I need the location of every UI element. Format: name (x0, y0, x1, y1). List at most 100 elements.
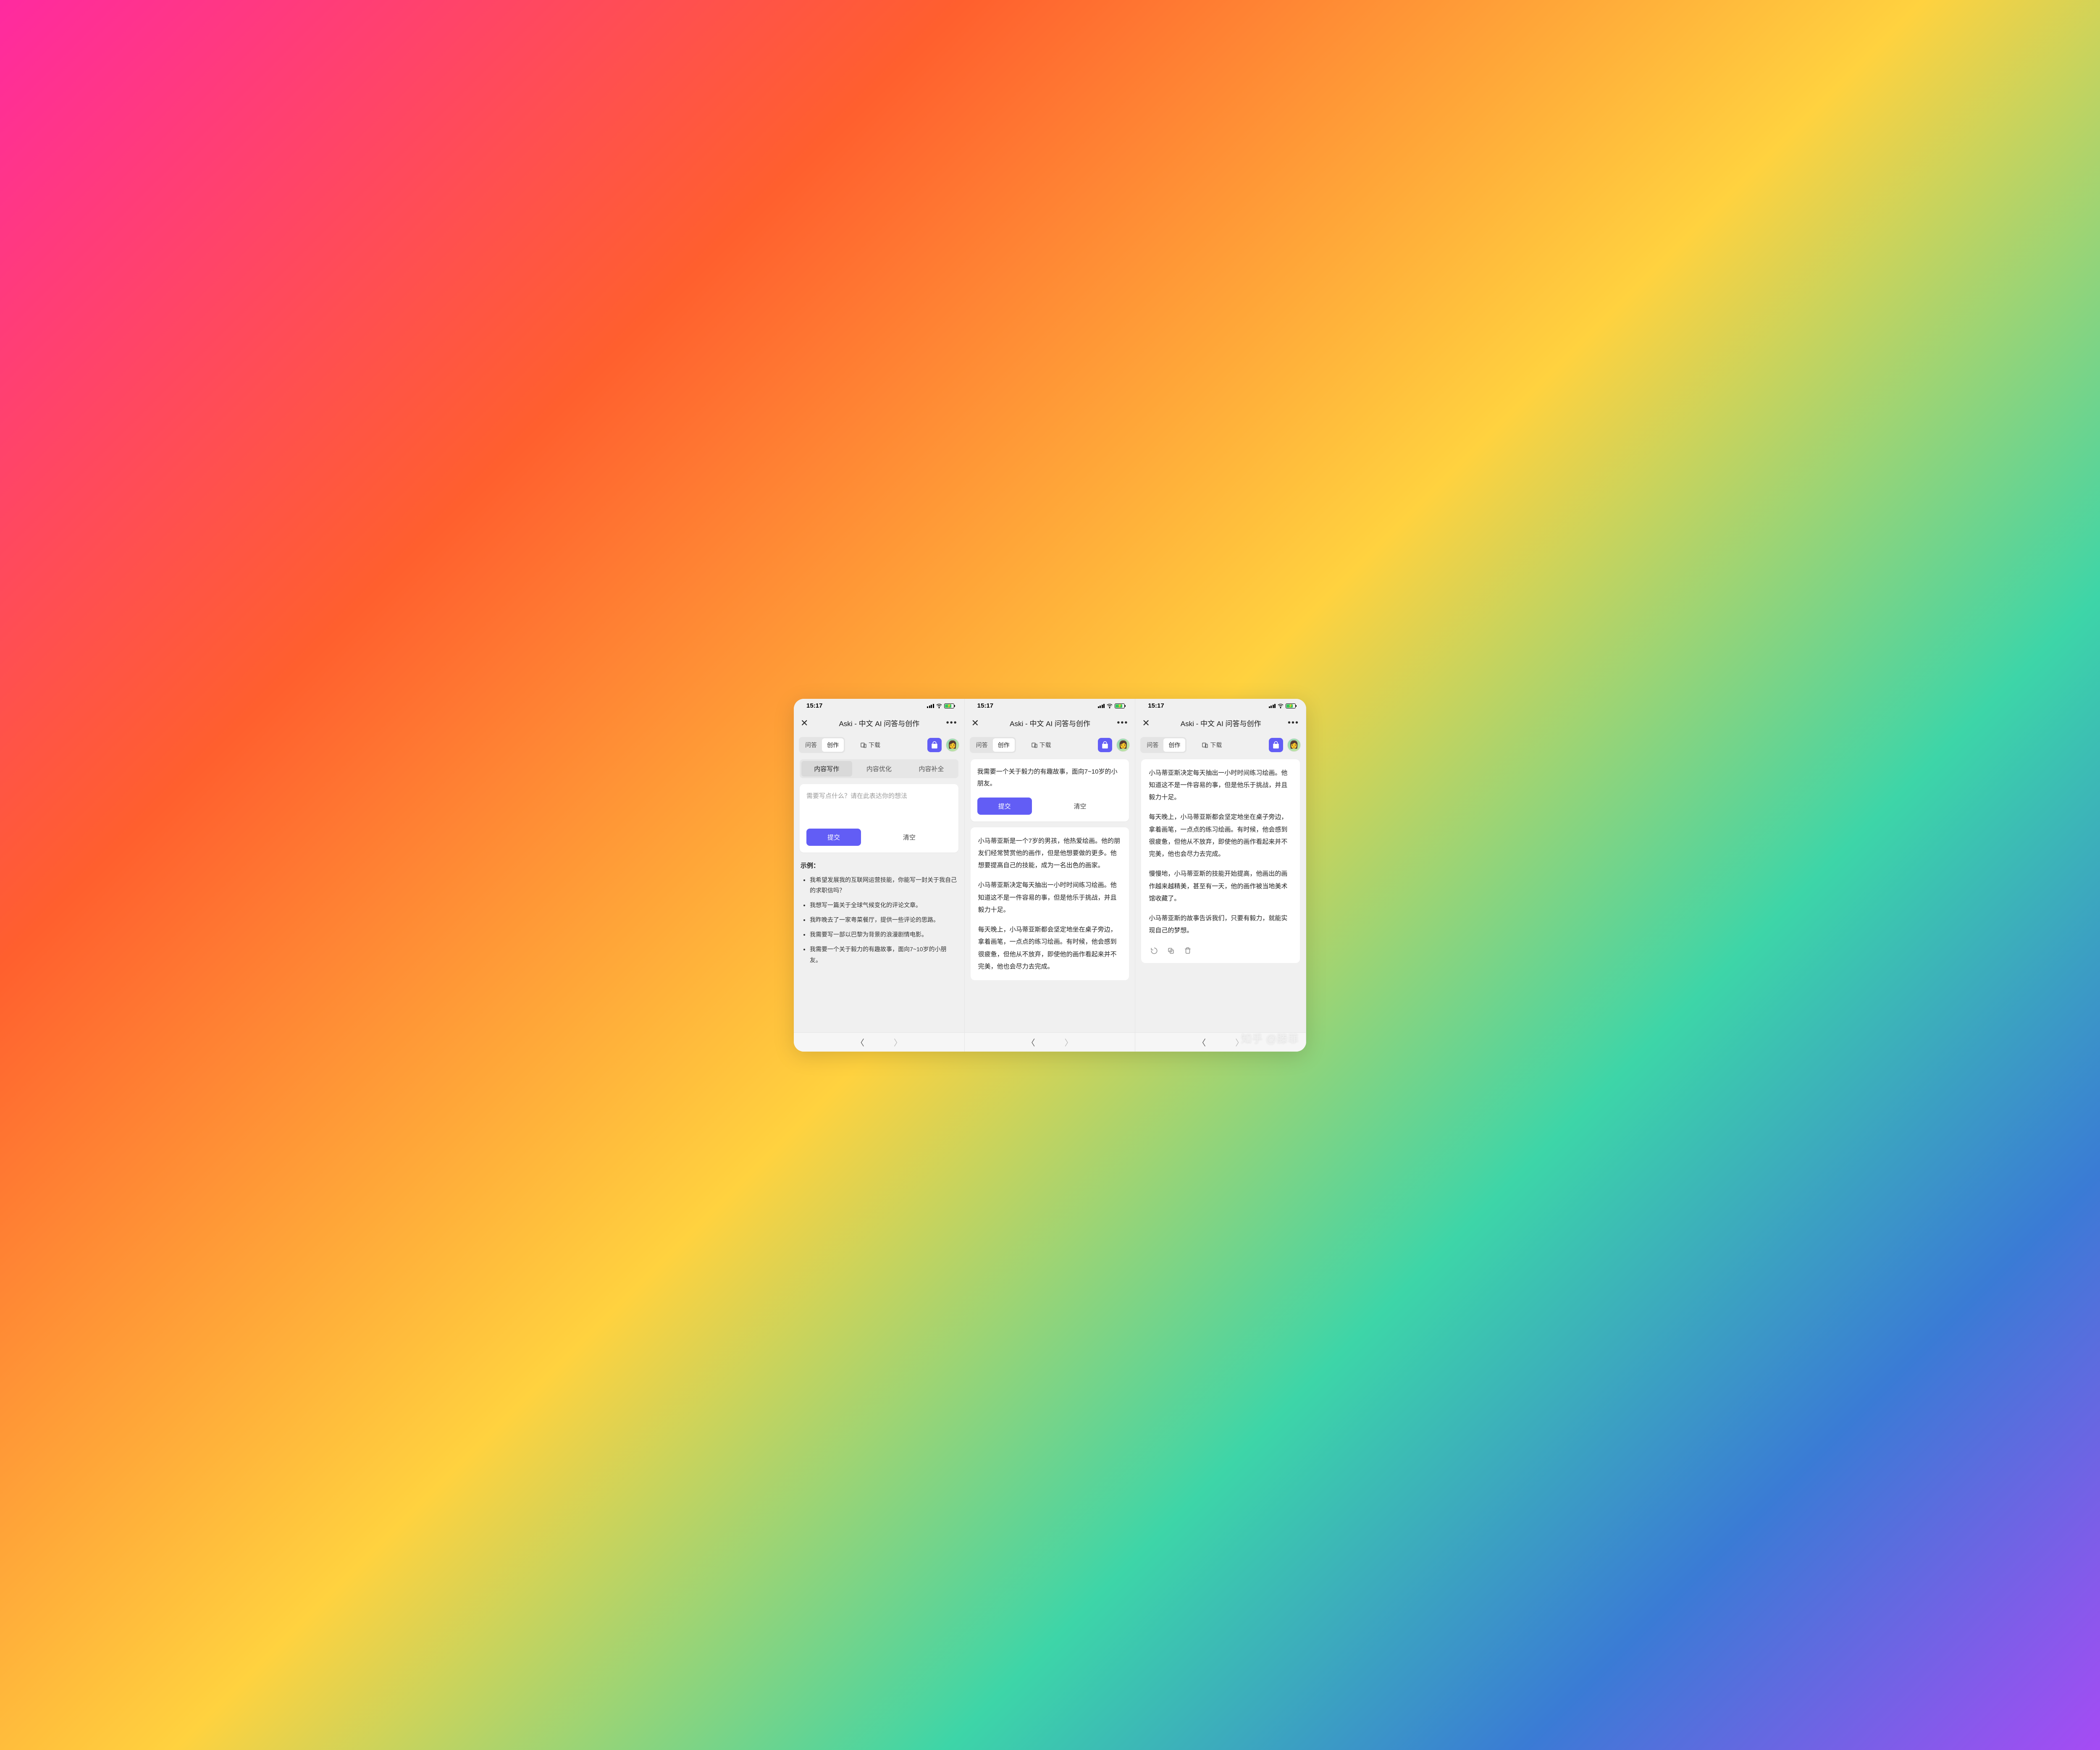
page-title: Aski - 中文 AI 问答与创作 (816, 718, 943, 728)
bottom-nav: 〈 〉 (965, 1032, 1135, 1052)
download-button[interactable]: 下载 (1197, 741, 1226, 749)
battery-icon: ⚡ (944, 703, 954, 708)
toolbar: 问答 创作 下载 👩 (794, 733, 964, 757)
mode-segmented-control: 问答 创作 (1140, 737, 1186, 753)
status-indicators: ⚡ (1269, 703, 1296, 709)
result-card: 小马蒂亚斯是一个7岁的男孩，他热爱绘画。他的朋友们经常赞赏他的画作，但是他想要做… (971, 827, 1129, 981)
cellular-icon (927, 704, 934, 708)
tab-qa[interactable]: 问答 (800, 738, 822, 752)
toolbar-right: 👩 (1269, 738, 1301, 752)
tab-create[interactable]: 创作 (822, 738, 844, 752)
close-icon[interactable]: ✕ (801, 718, 812, 729)
status-time: 15:17 (1148, 702, 1164, 709)
download-label: 下载 (869, 741, 880, 749)
toolbar-right: 👩 (927, 738, 959, 752)
forward-icon[interactable]: 〉 (894, 1036, 902, 1048)
avatar[interactable]: 👩 (1287, 738, 1301, 752)
mode-segmented-control: 问答 创作 (799, 737, 845, 753)
prompt-input-card: 需要写点什么？请在此表达你的想法 提交 清空 (800, 784, 958, 853)
bag-icon (1101, 741, 1109, 749)
prompt-input-card: 我需要一个关于毅力的有趣故事，面向7~10岁的小朋友。 提交 清空 (971, 759, 1129, 821)
tab-qa[interactable]: 问答 (1142, 738, 1163, 752)
status-bar: 15:17 ⚡ (965, 699, 1135, 713)
page-title: Aski - 中文 AI 问答与创作 (1157, 718, 1284, 728)
toolbar-right: 👩 (1098, 738, 1130, 752)
bag-icon (1272, 741, 1280, 749)
example-item[interactable]: 我需要写一部以巴黎为背景的浪漫剧情电影。 (810, 929, 958, 940)
content-area: 小马蒂亚斯决定每天抽出一小时时间练习绘画。他知道这不是一件容易的事，但是他乐于挑… (1135, 757, 1306, 1032)
wifi-icon (1277, 703, 1284, 709)
panel-1: 15:17 ⚡ ✕ Aski - 中文 AI 问答与创作 ••• 问答 创作 下… (794, 699, 965, 1052)
story-paragraph: 小马蒂亚斯是一个7岁的男孩，他热爱绘画。他的朋友们经常赞赏他的画作，但是他想要做… (978, 835, 1122, 872)
submit-button[interactable]: 提交 (977, 798, 1032, 815)
story-paragraph: 小马蒂亚斯的故事告诉我们，只要有毅力，就能实现自己的梦想。 (1149, 912, 1292, 937)
more-icon[interactable]: ••• (1288, 718, 1299, 728)
close-icon[interactable]: ✕ (971, 718, 983, 729)
devices-icon (860, 742, 867, 748)
navbar: ✕ Aski - 中文 AI 问答与创作 ••• (1135, 713, 1306, 733)
status-bar: 15:17 ⚡ (794, 699, 964, 713)
avatar[interactable]: 👩 (946, 738, 959, 752)
tab-create[interactable]: 创作 (1163, 738, 1185, 752)
input-actions: 提交 清空 (977, 798, 1123, 815)
tab-create[interactable]: 创作 (993, 738, 1015, 752)
toolbar: 问答 创作 下载 👩 (1135, 733, 1306, 757)
subtab-improve[interactable]: 内容优化 (854, 761, 905, 777)
subtabs: 内容写作 内容优化 内容补全 (800, 759, 958, 778)
toolbar: 问答 创作 下载 👩 (965, 733, 1135, 757)
story-paragraph: 每天晚上，小马蒂亚斯都会坚定地坐在桌子旁边，拿着画笔，一点点的练习绘画。有时候，… (1149, 811, 1292, 860)
subtab-complete[interactable]: 内容补全 (906, 761, 957, 777)
avatar[interactable]: 👩 (1116, 738, 1130, 752)
content-area: 我需要一个关于毅力的有趣故事，面向7~10岁的小朋友。 提交 清空 小马蒂亚斯是… (965, 757, 1135, 1032)
status-indicators: ⚡ (927, 703, 954, 709)
download-button[interactable]: 下载 (856, 741, 885, 749)
content-area: 内容写作 内容优化 内容补全 需要写点什么？请在此表达你的想法 提交 清空 示例… (794, 757, 964, 1032)
back-icon[interactable]: 〈 (1027, 1036, 1035, 1048)
forward-icon[interactable]: 〉 (1065, 1036, 1073, 1048)
undo-icon[interactable] (1150, 947, 1158, 955)
story-paragraph: 每天晚上，小马蒂亚斯都会坚定地坐在桌子旁边，拿着画笔，一点点的练习绘画。有时候，… (978, 924, 1122, 973)
more-icon[interactable]: ••• (1117, 718, 1128, 728)
story-paragraph: 小马蒂亚斯决定每天抽出一小时时间练习绘画。他知道这不是一件容易的事，但是他乐于挑… (978, 879, 1122, 916)
page-title: Aski - 中文 AI 问答与创作 (987, 718, 1114, 728)
prompt-input-filled[interactable]: 我需要一个关于毅力的有趣故事，面向7~10岁的小朋友。 (977, 766, 1123, 790)
shop-button[interactable] (1269, 738, 1283, 752)
example-item[interactable]: 我希望发展我的互联网运营技能，你能写一封关于我自己的求职信吗？ (810, 875, 958, 896)
trash-icon[interactable] (1184, 947, 1192, 955)
copy-icon[interactable] (1167, 947, 1175, 955)
subtab-write[interactable]: 内容写作 (801, 761, 852, 777)
forward-icon[interactable]: 〉 (1235, 1036, 1244, 1048)
navbar: ✕ Aski - 中文 AI 问答与创作 ••• (794, 713, 964, 733)
shop-button[interactable] (927, 738, 942, 752)
status-time: 15:17 (806, 702, 822, 709)
battery-icon: ⚡ (1286, 703, 1296, 708)
app-frame: 15:17 ⚡ ✕ Aski - 中文 AI 问答与创作 ••• 问答 创作 下… (794, 699, 1306, 1052)
clear-button[interactable]: 清空 (1038, 802, 1123, 811)
tab-qa[interactable]: 问答 (971, 738, 993, 752)
examples-section: 示例： 我希望发展我的互联网运营技能，你能写一封关于我自己的求职信吗？ 我想写一… (800, 858, 958, 970)
shop-button[interactable] (1098, 738, 1112, 752)
bottom-nav: 〈 〉 (794, 1032, 964, 1052)
download-button[interactable]: 下载 (1027, 741, 1055, 749)
example-item[interactable]: 我需要一个关于毅力的有趣故事，面向7~10岁的小朋友。 (810, 944, 958, 965)
back-icon[interactable]: 〈 (1197, 1036, 1206, 1048)
status-indicators: ⚡ (1098, 703, 1125, 709)
example-item[interactable]: 我昨晚去了一家粤菜餐厅，提供一些评论的思路。 (810, 915, 958, 925)
more-icon[interactable]: ••• (946, 718, 958, 728)
examples-title: 示例： (801, 861, 958, 870)
prompt-input[interactable]: 需要写点什么？请在此表达你的想法 (806, 791, 952, 821)
battery-icon: ⚡ (1115, 703, 1125, 708)
close-icon[interactable]: ✕ (1142, 718, 1154, 729)
result-actions (1149, 945, 1292, 955)
panel-3: 15:17 ⚡ ✕ Aski - 中文 AI 问答与创作 ••• 问答 创作 下… (1135, 699, 1306, 1052)
story-paragraph: 小马蒂亚斯决定每天抽出一小时时间练习绘画。他知道这不是一件容易的事，但是他乐于挑… (1149, 767, 1292, 804)
download-label: 下载 (1040, 741, 1051, 749)
clear-button[interactable]: 清空 (867, 833, 952, 842)
cellular-icon (1269, 704, 1276, 708)
submit-button[interactable]: 提交 (806, 829, 861, 846)
example-item[interactable]: 我想写一篇关于全球气候变化的评论文章。 (810, 900, 958, 910)
examples-list: 我希望发展我的互联网运营技能，你能写一封关于我自己的求职信吗？ 我想写一篇关于全… (801, 875, 958, 966)
devices-icon (1031, 742, 1038, 748)
back-icon[interactable]: 〈 (856, 1036, 864, 1048)
status-time: 15:17 (977, 702, 993, 709)
